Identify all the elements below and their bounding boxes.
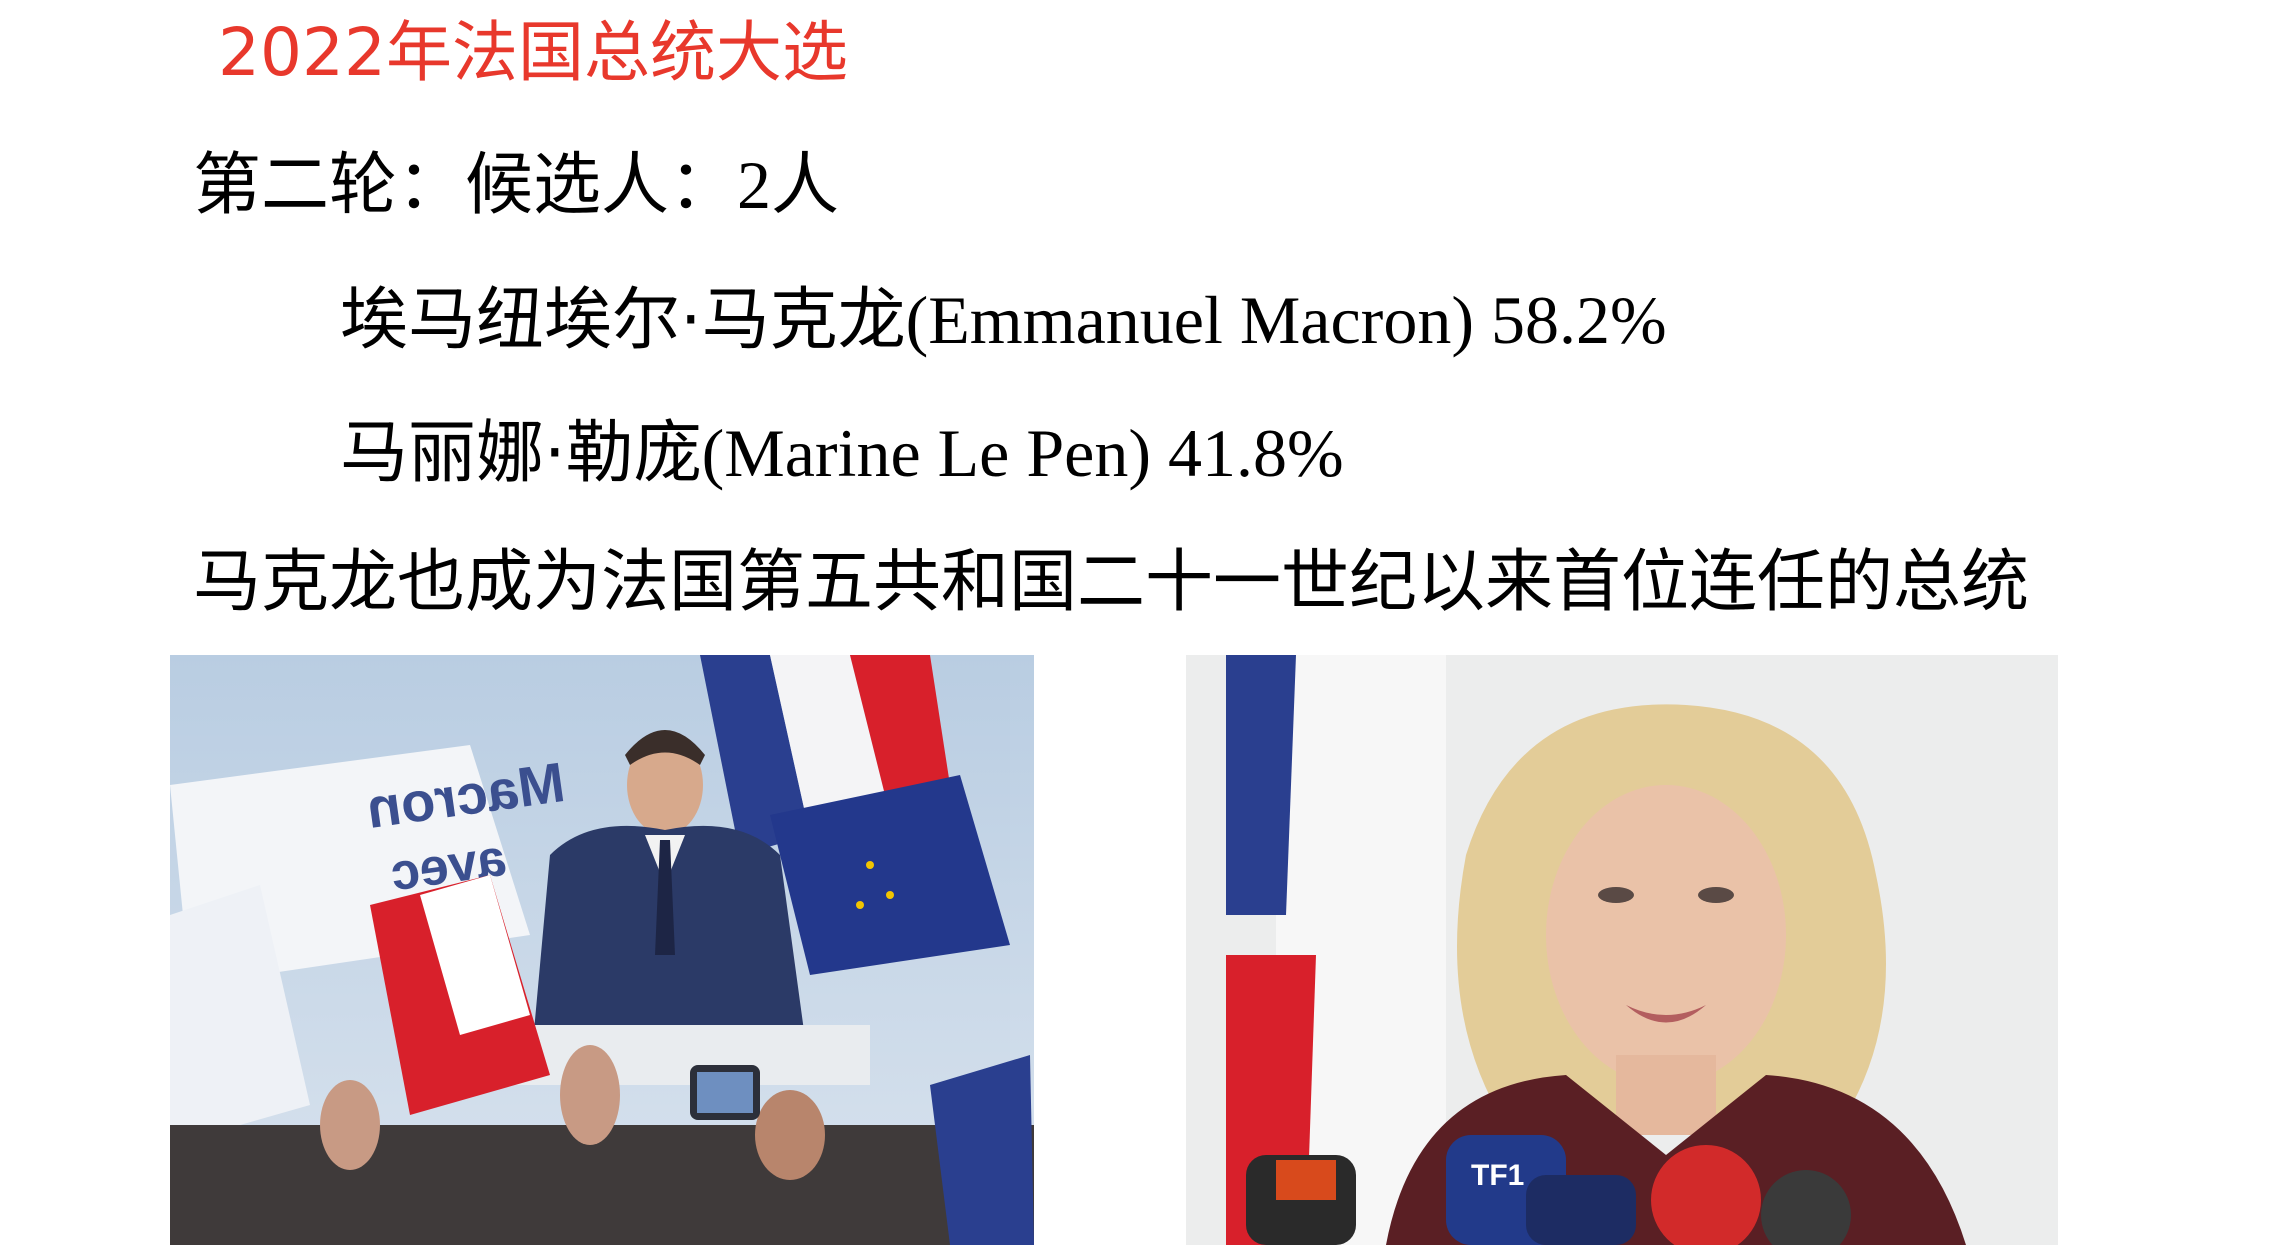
- candidate-macron-cn: 埃马纽埃尔·马克龙: [340, 281, 906, 360]
- summary-line: 马克龙也成为法国第五共和国二十一世纪以来首位连任的总统: [193, 543, 2030, 622]
- macron-photo: Macron avec: [170, 655, 1034, 1245]
- lepen-photo: TF1: [1186, 655, 2058, 1245]
- candidate-lepen-cn: 马丽娜·勒庞: [340, 414, 702, 493]
- slide-title: 2022年法国总统大选: [218, 14, 848, 91]
- lepen-photo-illustration: TF1: [1186, 655, 2058, 1245]
- svg-text:TF1: TF1: [1471, 1159, 1524, 1192]
- candidate-macron-en: (Emmanuel Macron) 58.2%: [905, 282, 1667, 358]
- candidate-macron: 埃马纽埃尔·马克龙(Emmanuel Macron) 58.2%: [340, 275, 1667, 366]
- round-candidates-line: 第二轮：候选人：2人: [193, 140, 839, 231]
- macron-photo-illustration: Macron avec: [170, 655, 1034, 1245]
- round-label: 第二轮：候选人：: [193, 146, 738, 225]
- candidate-count: 2: [737, 147, 772, 223]
- candidate-lepen-en: (Marine Le Pen) 41.8%: [701, 415, 1344, 491]
- count-unit: 人: [771, 146, 840, 225]
- candidate-lepen: 马丽娜·勒庞(Marine Le Pen) 41.8%: [340, 408, 1344, 499]
